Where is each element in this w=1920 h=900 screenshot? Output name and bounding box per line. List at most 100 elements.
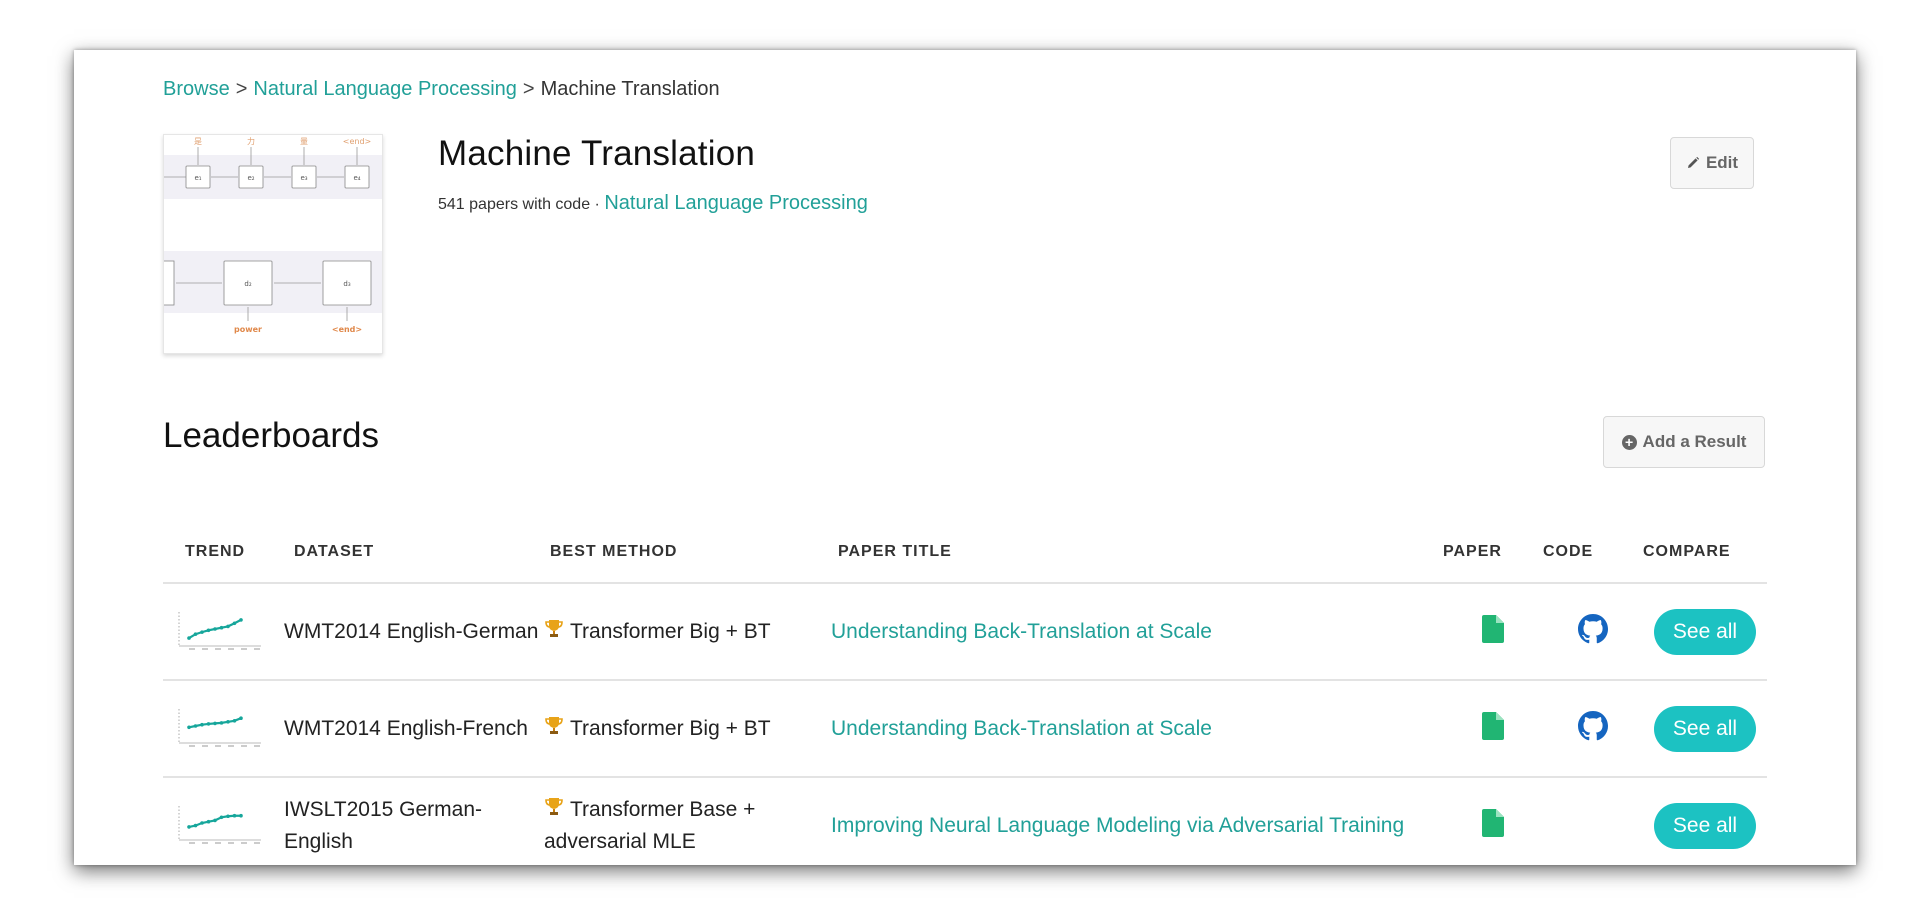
diagram-node-label: e₂ xyxy=(247,174,254,182)
sparkline-point xyxy=(213,626,217,631)
github-icon[interactable] xyxy=(1578,613,1608,644)
trend-cell[interactable] xyxy=(163,777,284,865)
diagram-token: 是 xyxy=(194,137,202,146)
task-subline: 541 papers with code · Natural Language … xyxy=(438,192,868,215)
dataset-cell: WMT2014 English-French xyxy=(284,680,544,778)
col-paper: PAPER xyxy=(1443,522,1543,584)
trend-sparkline[interactable] xyxy=(175,804,263,848)
diagram-token: 量 xyxy=(300,137,308,146)
method-cell: Transformer Base + adversarial MLE xyxy=(544,777,831,865)
col-code: CODE xyxy=(1543,522,1643,584)
sparkline-point xyxy=(226,719,230,724)
paper-cell xyxy=(1443,777,1543,865)
compare-cell: See all xyxy=(1643,777,1767,865)
task-header: Machine Translation 541 papers with code… xyxy=(438,134,868,215)
edit-button[interactable]: Edit xyxy=(1670,137,1754,189)
trend-cell[interactable] xyxy=(163,680,284,778)
compare-cell: See all xyxy=(1643,583,1767,681)
paper-title-link[interactable]: Understanding Back-Translation at Scale xyxy=(831,620,1212,643)
file-icon[interactable] xyxy=(1482,614,1504,643)
sparkline-point xyxy=(239,617,243,622)
paper-title-cell: Improving Neural Language Modeling via A… xyxy=(831,777,1443,865)
file-icon[interactable] xyxy=(1482,711,1504,740)
diagram-node-label: d₃ xyxy=(343,280,350,288)
see-all-button[interactable]: See all xyxy=(1654,608,1756,655)
diagram-token: power xyxy=(234,325,262,334)
file-icon[interactable] xyxy=(1482,808,1504,837)
dataset-cell: IWSLT2015 German-English xyxy=(284,777,544,865)
sparkline-point xyxy=(200,629,204,634)
paper-title-link[interactable]: Improving Neural Language Modeling via A… xyxy=(831,814,1404,837)
edit-button-label: Edit xyxy=(1705,153,1739,172)
sparkline-point xyxy=(213,721,217,725)
trophy-icon xyxy=(545,797,563,815)
sparkline-point xyxy=(219,720,224,725)
add-result-button[interactable]: + Add a Result xyxy=(1603,416,1765,468)
trophy-icon xyxy=(545,619,563,637)
paper-title-link[interactable]: Understanding Back-Translation at Scale xyxy=(831,717,1212,740)
sparkline-point xyxy=(187,635,191,640)
sparkline-point xyxy=(206,628,211,632)
trend-sparkline[interactable] xyxy=(175,610,263,654)
sparkline-point xyxy=(193,723,198,728)
sparkline-point xyxy=(187,725,191,729)
sparkline-point xyxy=(232,813,237,818)
col-compare: COMPARE xyxy=(1643,522,1767,584)
leaderboard-table: TREND DATASET BEST METHOD PAPER TITLE PA… xyxy=(163,522,1767,865)
sparkline-point xyxy=(193,631,198,636)
breadcrumb-separator: > xyxy=(522,78,535,100)
seq2seq-diagram-image: 是 e₁ 力 e₂ 量 e₃ <end> e₄ d₂ power d₃ <end> xyxy=(164,135,382,353)
dataset-link[interactable]: WMT2014 English-German xyxy=(284,620,538,643)
sparkline-point xyxy=(219,814,224,819)
paper-title-cell: Understanding Back-Translation at Scale xyxy=(831,680,1443,778)
method-cell: Transformer Big + BT xyxy=(544,583,831,681)
sparkline-point xyxy=(219,625,224,629)
method-name: Transformer Big + BT xyxy=(570,716,771,740)
diagram-token: <end> xyxy=(332,325,362,334)
see-all-button[interactable]: See all xyxy=(1654,802,1756,849)
method-cell: Transformer Big + BT xyxy=(544,680,831,778)
compare-cell: See all xyxy=(1643,680,1767,778)
code-cell xyxy=(1543,680,1643,778)
dataset-cell: WMT2014 English-German xyxy=(284,583,544,681)
sparkline-point xyxy=(239,813,243,818)
table-row[interactable]: WMT2014 English-French Transformer Big +… xyxy=(163,680,1767,778)
see-all-button[interactable]: See all xyxy=(1654,705,1756,752)
col-trend: TREND xyxy=(163,522,284,584)
github-icon[interactable] xyxy=(1578,710,1608,741)
diagram-node xyxy=(164,260,175,306)
sparkline-point xyxy=(187,824,191,829)
breadcrumb-separator: > xyxy=(235,78,248,100)
col-paper-title: PAPER TITLE xyxy=(831,522,1443,584)
breadcrumb-category-link[interactable]: Natural Language Processing xyxy=(253,78,517,100)
trend-cell[interactable] xyxy=(163,583,284,681)
paper-title-cell: Understanding Back-Translation at Scale xyxy=(831,583,1443,681)
code-cell xyxy=(1543,583,1643,681)
dataset-link[interactable]: IWSLT2015 German-English xyxy=(284,798,482,853)
trend-sparkline[interactable] xyxy=(175,707,263,751)
sparkline-point xyxy=(232,620,237,625)
sparkline-point xyxy=(213,818,217,822)
area-link[interactable]: Natural Language Processing xyxy=(604,192,868,214)
sparkline-point xyxy=(200,722,204,726)
paper-cell xyxy=(1443,680,1543,778)
task-thumbnail: 是 e₁ 力 e₂ 量 e₃ <end> e₄ d₂ power d₃ <end> xyxy=(163,134,383,354)
breadcrumb-browse-link[interactable]: Browse xyxy=(163,78,230,100)
dataset-link[interactable]: WMT2014 English-French xyxy=(284,717,528,740)
page-title: Machine Translation xyxy=(438,134,756,173)
sparkline-point xyxy=(200,820,204,825)
sparkline-point xyxy=(193,823,198,827)
table-header-row: TREND DATASET BEST METHOD PAPER TITLE PA… xyxy=(163,522,1767,584)
sparkline-point xyxy=(239,715,243,720)
table-row[interactable]: WMT2014 English-German Transformer Big +… xyxy=(163,583,1767,681)
pencil-icon xyxy=(1687,156,1700,168)
col-dataset: DATASET xyxy=(284,522,544,584)
diagram-node-label: d₂ xyxy=(244,280,251,288)
trophy-icon xyxy=(545,716,563,734)
main-card: Browse > Natural Language Processing > Machi… xyxy=(74,50,1856,865)
sparkline-point xyxy=(206,721,211,726)
table-row[interactable]: IWSLT2015 German-English Transformer Bas… xyxy=(163,777,1767,865)
sparkline-point xyxy=(232,718,237,723)
diagram-token: <end> xyxy=(343,137,371,146)
diagram-node-label: e₁ xyxy=(194,174,201,182)
